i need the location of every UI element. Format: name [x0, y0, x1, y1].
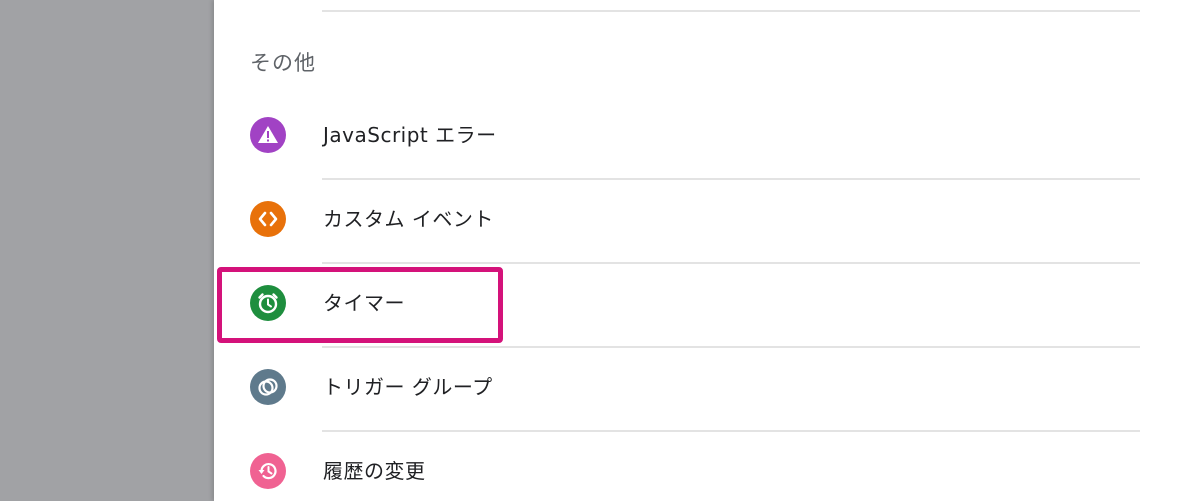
divider [322, 178, 1140, 180]
trigger-type-trigger-group[interactable]: トリガー グループ [230, 352, 1140, 422]
trigger-type-custom-event[interactable]: カスタム イベント [230, 184, 1140, 254]
trigger-type-label: カスタム イベント [323, 207, 494, 231]
trigger-type-label: トリガー グループ [323, 375, 493, 399]
divider [322, 262, 1140, 264]
divider [322, 346, 1140, 348]
history-icon [250, 453, 286, 489]
trigger-type-label: JavaScript エラー [323, 123, 497, 147]
divider [322, 10, 1140, 12]
trigger-group-icon [250, 369, 286, 405]
warning-triangle-icon [250, 117, 286, 153]
section-title: その他 [250, 51, 316, 75]
trigger-type-javascript-error[interactable]: JavaScript エラー [230, 100, 1140, 170]
trigger-type-history-change[interactable]: 履歴の変更 [230, 436, 1140, 501]
divider [322, 430, 1140, 432]
trigger-type-label: 履歴の変更 [323, 459, 426, 483]
code-brackets-icon [250, 201, 286, 237]
highlight-box [217, 267, 503, 343]
app-root: その他 JavaScript エラー カスタム イベント タイマー トリガー グ… [0, 0, 1200, 501]
